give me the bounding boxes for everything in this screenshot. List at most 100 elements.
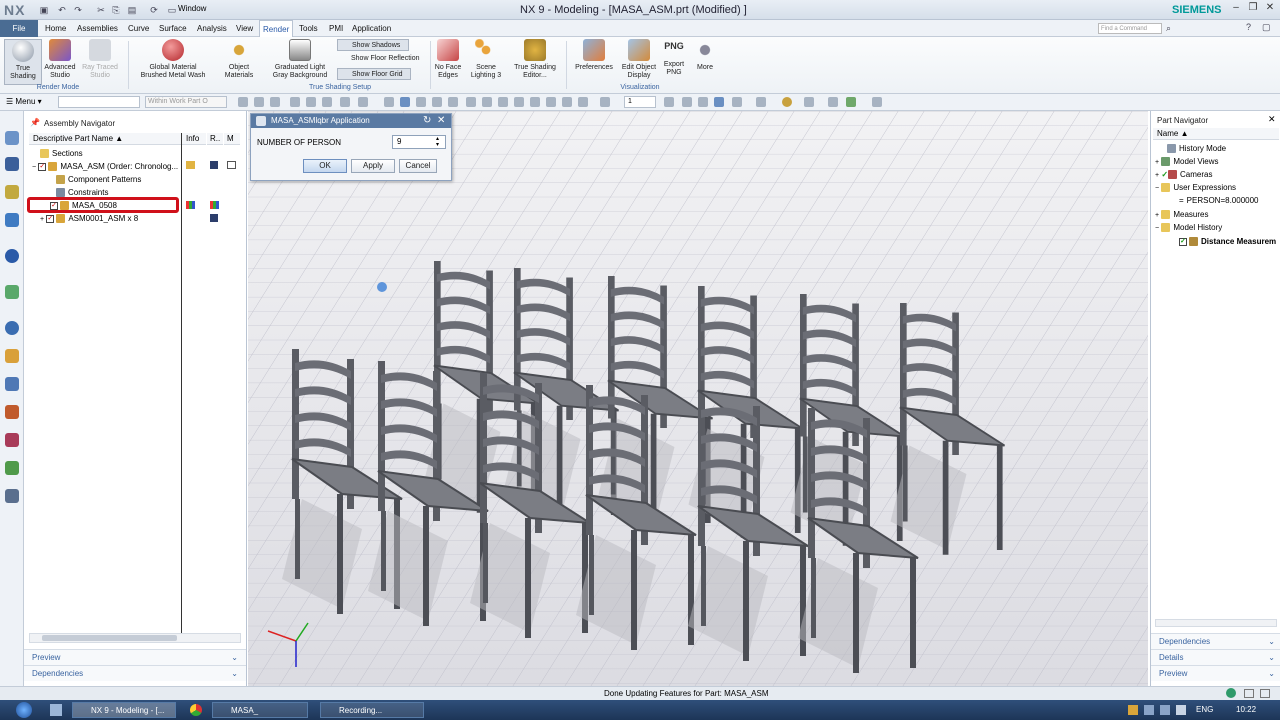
cut-icon[interactable]: ✂ [95,4,107,16]
tab-render[interactable]: Render [259,20,294,37]
tab-home[interactable]: Home [42,20,69,37]
tab-view[interactable]: View [233,20,256,37]
preferences-button[interactable]: Preferences [572,39,616,72]
dependencies-panel-header[interactable]: Dependencies ⌄ [24,665,246,681]
point-icon[interactable] [290,97,300,107]
work-layer-dropdown[interactable]: 1 [624,96,656,108]
column-descriptive-part-name[interactable]: Descriptive Part Name ▲ [29,133,181,145]
pnav-row-measures[interactable]: + Measures [1155,208,1208,221]
expand-icon[interactable]: + [1155,172,1159,179]
fit-icon[interactable] [664,97,674,107]
taskbar-item-nx[interactable]: NX 9 - Modeling - [... [72,702,176,718]
undo-icon[interactable]: ↶ [56,4,68,16]
advanced-studio-button[interactable]: Advanced Studio [42,39,78,80]
type-filter-dropdown[interactable] [58,96,140,108]
tab-surface[interactable]: Surface [156,20,190,37]
checkbox-icon[interactable]: ✓ [1179,237,1187,246]
tab-analysis[interactable]: Analysis [194,20,230,37]
minimize-icon[interactable]: – [1228,1,1244,15]
graduated-light-button[interactable]: Graduated Light Gray Background [264,39,336,80]
file-menu[interactable]: File [0,20,38,37]
reset-icon[interactable]: ↻ [423,115,431,126]
tray-icon[interactable] [1144,705,1154,715]
layout-icon[interactable] [1260,689,1270,698]
existing-point-icon[interactable] [546,97,556,107]
pan-icon[interactable] [432,97,442,107]
tree-row-component-patterns[interactable]: Component Patterns [32,173,141,186]
save-icon[interactable]: ▣ [38,4,50,16]
start-icon[interactable] [16,702,32,718]
web-browser-icon[interactable] [5,285,19,299]
object-materials-button[interactable]: Object Materials [218,39,260,80]
tab-application[interactable]: Application [349,20,394,37]
window-icon[interactable]: ▭ [166,4,178,16]
help-icon[interactable]: ? [1246,22,1251,32]
column-modified[interactable]: M [224,133,240,145]
minimize-ribbon-icon[interactable]: ▢ [1262,22,1271,33]
repeat-command-icon[interactable]: ⟳ [148,4,160,16]
taskbar-item-masa[interactable]: MASA_ [212,702,308,718]
graphics-window[interactable] [248,111,1148,686]
point-on-curve-icon[interactable] [562,97,572,107]
midpoint-icon[interactable] [482,97,492,107]
menu-button[interactable]: ☰ Menu ▾ [6,97,42,106]
redo-icon[interactable]: ↷ [72,4,84,16]
pnav-row-user-expressions[interactable]: − User Expressions [1155,181,1236,194]
pinned-app-icon[interactable] [50,704,62,716]
close-icon[interactable]: ✕ [1268,114,1276,125]
layer-icon[interactable] [600,97,610,107]
system-scenes-icon[interactable] [5,433,19,447]
true-shading-button[interactable]: True Shading [4,39,42,85]
checkbox-icon[interactable]: ✓ [38,162,47,171]
snap-icon[interactable] [270,97,280,107]
network-icon[interactable] [1160,705,1170,715]
endpoint-icon[interactable] [466,97,476,107]
true-shading-editor-button[interactable]: True Shading Editor... [510,39,560,80]
system-materials-icon[interactable] [5,349,19,363]
pnav-row-distance-measurement[interactable]: ✓ Distance Measurem [1155,235,1276,248]
tray-icon[interactable] [1128,705,1138,715]
find-command-input[interactable]: Find a Command [1098,23,1162,34]
volume-icon[interactable] [1176,705,1186,715]
curve-rule-icon[interactable] [306,97,316,107]
properties-icon[interactable] [5,489,19,503]
body-icon[interactable] [340,97,350,107]
show-hide-icon[interactable] [804,97,814,107]
toolbar-options-icon[interactable] [872,97,882,107]
tab-tools[interactable]: Tools [296,20,321,37]
close-icon[interactable]: ✕ [437,115,445,126]
more-button[interactable]: More [692,39,718,72]
layer-settings-icon[interactable] [828,97,838,107]
orient-view-icon[interactable] [714,97,724,107]
rendering-style-icon[interactable] [732,97,742,107]
refresh-icon[interactable] [698,97,708,107]
expand-icon[interactable]: + [1155,159,1159,166]
selection-scope-dropdown[interactable]: Within Work Part O [145,96,227,108]
zoom-icon[interactable] [448,97,458,107]
box-select-icon[interactable] [358,97,368,107]
roles-icon[interactable] [5,405,19,419]
solid-icon[interactable] [384,97,394,107]
filter-icon[interactable] [254,97,264,107]
scrollbar-thumb[interactable] [42,635,177,641]
history-icon[interactable] [5,321,19,335]
manufacturing-wizards-icon[interactable] [5,461,19,475]
pnav-row-model-history[interactable]: − Model History [1155,221,1222,234]
pnav-row-cameras[interactable]: + ✓ Cameras [1155,168,1212,181]
tab-assemblies[interactable]: Assemblies [74,20,121,37]
collapse-icon[interactable]: − [32,164,36,171]
expand-icon[interactable]: + [1155,212,1159,219]
show-shadows-button[interactable]: Show Shadows [337,39,409,51]
search-icon[interactable]: ⌕ [1166,23,1171,34]
process-studio-icon[interactable] [5,377,19,391]
export-png-button[interactable]: PNG Export PNG [660,39,688,77]
tree-row-asm0001[interactable]: + ✓ ASM0001_ASM x 8 [32,212,138,225]
tab-curve[interactable]: Curve [125,20,152,37]
intersection-icon[interactable] [514,97,524,107]
dependencies-panel-header[interactable]: Dependencies ⌄ [1151,633,1280,649]
taskbar-item-recording[interactable]: Recording... [320,702,424,718]
section-view-icon[interactable] [756,97,766,107]
hd3d-tools-icon[interactable] [5,249,19,263]
quadrant-icon[interactable] [530,97,540,107]
zoom-window-icon[interactable] [682,97,692,107]
